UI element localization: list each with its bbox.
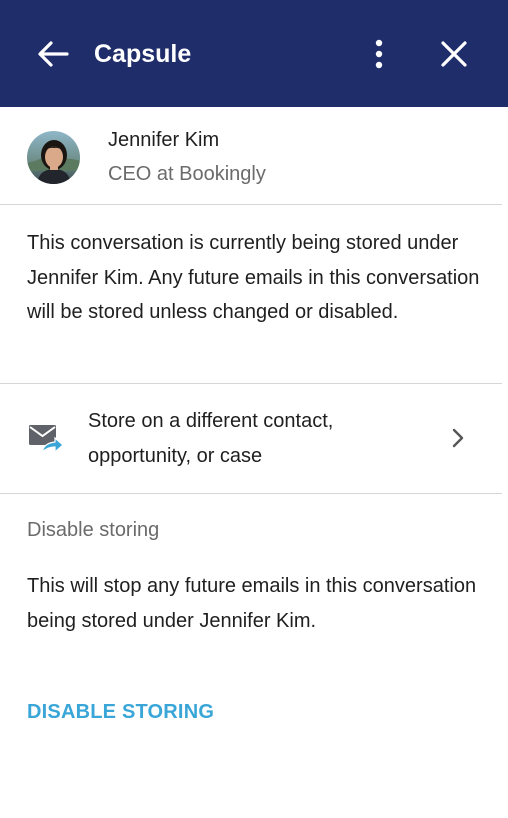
- capsule-panel: Capsule Jennifer Kim CEO at Bookingly Th…: [0, 0, 508, 818]
- more-options-button[interactable]: [362, 34, 396, 74]
- contact-card: Jennifer Kim CEO at Bookingly: [0, 107, 508, 204]
- email-forward-icon: [29, 425, 64, 454]
- store-different-label: Store on a different contact, opportunit…: [88, 410, 334, 467]
- close-button[interactable]: [432, 34, 476, 74]
- divider: [0, 493, 502, 494]
- storage-status-text: This conversation is currently being sto…: [27, 232, 480, 323]
- back-button[interactable]: [30, 34, 76, 74]
- app-header: Capsule: [0, 0, 508, 107]
- app-title: Capsule: [94, 40, 192, 68]
- disable-section-heading: Disable storing: [27, 519, 160, 541]
- disable-storing-button[interactable]: DISABLE STORING: [27, 698, 214, 726]
- more-vertical-icon: [375, 39, 383, 69]
- contact-role: CEO at Bookingly: [108, 163, 266, 185]
- chevron-right-icon: [452, 428, 464, 448]
- avatar: [27, 131, 80, 184]
- disable-description: This will stop any future emails in this…: [27, 575, 477, 632]
- store-different-option[interactable]: Store on a different contact, opportunit…: [0, 384, 502, 494]
- contact-name: Jennifer Kim: [108, 129, 220, 151]
- close-icon: [441, 41, 467, 67]
- divider: [0, 204, 502, 205]
- arrow-left-icon: [38, 41, 69, 67]
